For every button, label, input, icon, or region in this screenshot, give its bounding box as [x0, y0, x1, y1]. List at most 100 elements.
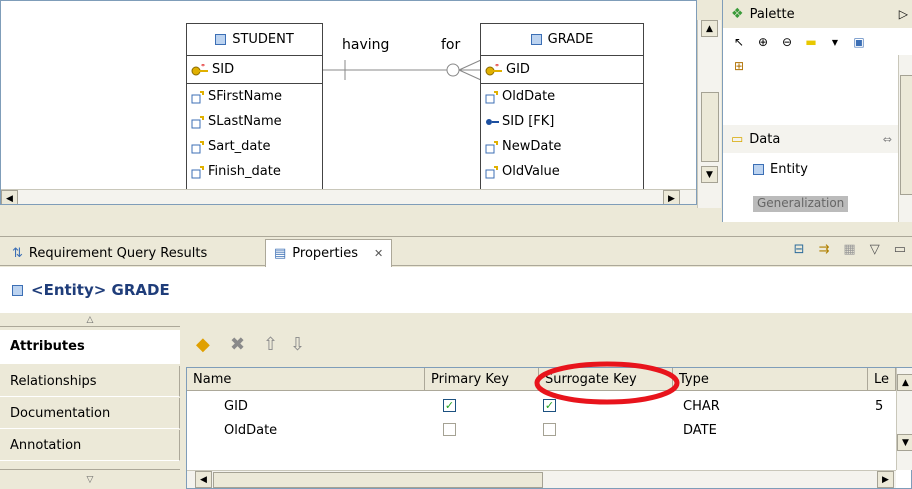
nav-tab-annotation[interactable]: Annotation	[0, 430, 180, 461]
student-entity[interactable]: STUDENT * SID SFirstName SLastName Sart_…	[186, 23, 323, 204]
properties-nav: △ Attributes Relationships Documentation…	[0, 313, 180, 489]
scroll-thumb[interactable]	[701, 92, 719, 162]
entity-icon	[753, 164, 764, 175]
attribute-item[interactable]: Sart_date	[187, 134, 322, 159]
primary-key-checkbox[interactable]: ✓	[443, 399, 456, 412]
relationship-label-having: having	[342, 37, 390, 53]
scroll-up-button[interactable]: ▲	[897, 374, 912, 391]
nav-scroll-down-button[interactable]: ▽	[0, 469, 180, 489]
grade-entity-header: GRADE	[481, 24, 643, 56]
table-horizontal-scrollbar[interactable]: ◀ ▶	[187, 470, 896, 488]
advanced-icon[interactable]: ▦	[843, 242, 855, 257]
add-attribute-icon[interactable]: ◆	[196, 334, 210, 355]
view-menu-icon[interactable]: ▽	[870, 242, 880, 257]
grade-key-row[interactable]: * GID	[481, 56, 643, 84]
zoom-out-icon[interactable]: ⊖	[777, 32, 797, 52]
palette-item-entity[interactable]: Entity	[753, 162, 808, 177]
marquee-tool-icon[interactable]: ▣	[849, 32, 869, 52]
entity-icon	[12, 284, 23, 296]
primary-key-checkbox[interactable]	[443, 423, 456, 436]
scroll-right-button[interactable]: ▶	[663, 190, 680, 204]
diagram-canvas[interactable]: STUDENT * SID SFirstName SLastName Sart_…	[0, 0, 697, 205]
attribute-item[interactable]: SFirstName	[187, 84, 322, 109]
column-header-type[interactable]: Type	[673, 368, 868, 391]
cell-name: GID	[224, 398, 248, 414]
delete-attribute-icon[interactable]: ✖	[230, 334, 245, 355]
grade-key-label: GID	[506, 62, 530, 77]
scroll-left-button[interactable]: ◀	[1, 190, 18, 204]
nav-tab-attributes[interactable]: Attributes	[0, 330, 180, 364]
relationship-line[interactable]	[323, 56, 483, 86]
column-header-name[interactable]: Name	[187, 368, 425, 391]
properties-title-row: <Entity> GRADE	[12, 281, 170, 299]
svg-text:*: *	[495, 64, 499, 71]
folder-icon: ▭	[731, 131, 744, 147]
palette-header: ❖ Palette ▷	[723, 0, 912, 28]
grade-attribute-list: OldDate SID [FK] NewDate OldValue	[481, 84, 643, 184]
minimize-icon[interactable]: ▭	[894, 242, 906, 257]
student-entity-title: STUDENT	[232, 32, 294, 47]
move-down-icon[interactable]: ⇩	[290, 334, 305, 355]
palette-section-label: Data	[749, 131, 781, 147]
foreign-key-icon	[485, 115, 499, 129]
palette-scrollbar[interactable]	[898, 55, 912, 222]
svg-text:*: *	[201, 64, 205, 71]
scroll-up-button[interactable]: ▲	[701, 20, 718, 37]
palette-title: Palette	[749, 6, 795, 22]
attribute-item[interactable]: OldDate	[481, 84, 643, 109]
column-header-length[interactable]: Le	[868, 368, 896, 391]
dropdown-icon[interactable]: ▼	[825, 32, 845, 52]
surrogate-key-checkbox[interactable]	[543, 423, 556, 436]
cell-type: CHAR	[683, 398, 720, 414]
collapse-palette-icon[interactable]: ▷	[899, 7, 908, 21]
palette-section-data[interactable]: ▭ Data ⇔	[723, 125, 898, 153]
expand-section-icon[interactable]: ⇔	[883, 133, 892, 146]
palette-item-generalization[interactable]: Generalization	[753, 196, 849, 212]
cell-length: 5	[875, 398, 884, 414]
connection-tool-icon[interactable]: ⊞	[729, 56, 749, 76]
table-vertical-scrollbar[interactable]: ▲ ▼	[896, 368, 912, 470]
attribute-icon	[485, 90, 499, 104]
view-tab-bar: ⇅ Requirement Query Results ▤ Properties…	[0, 236, 912, 267]
scroll-left-button[interactable]: ◀	[195, 471, 212, 488]
tree-view-icon[interactable]: ⊟	[794, 242, 805, 257]
close-tab-icon[interactable]: ✕	[374, 247, 383, 260]
properties-title: <Entity> GRADE	[31, 281, 170, 299]
attribute-item[interactable]: OldValue	[481, 159, 643, 184]
tab-requirement-query-results[interactable]: ⇅ Requirement Query Results	[4, 240, 215, 266]
attribute-icon	[191, 165, 205, 179]
palette-toolbar: ↖ ⊕ ⊖ ▬ ▼ ▣ ⊞	[723, 28, 893, 80]
canvas-horizontal-scrollbar[interactable]: ◀ ▶	[1, 189, 696, 204]
select-tool-icon[interactable]: ↖	[729, 32, 749, 52]
scroll-thumb[interactable]	[900, 75, 912, 195]
nav-scroll-up-button[interactable]: △	[0, 313, 180, 327]
cell-name: OldDate	[224, 422, 278, 438]
scroll-right-button[interactable]: ▶	[877, 471, 894, 488]
nav-tab-relationships[interactable]: Relationships	[0, 366, 180, 397]
scroll-down-button[interactable]: ▼	[897, 434, 912, 451]
attribute-icon	[191, 140, 205, 154]
filter-icon[interactable]: ⇉	[819, 242, 830, 257]
attribute-icon	[191, 90, 205, 104]
attribute-item[interactable]: Finish_date	[187, 159, 322, 184]
attribute-item[interactable]: NewDate	[481, 134, 643, 159]
grade-entity[interactable]: GRADE * GID OldDate SID [FK] NewDate Old…	[480, 23, 644, 204]
attribute-item[interactable]: SID [FK]	[481, 109, 643, 134]
canvas-vertical-scrollbar[interactable]: ▲ ▼	[697, 20, 721, 208]
nav-tab-documentation[interactable]: Documentation	[0, 398, 180, 429]
palette-icon: ❖	[731, 6, 744, 22]
table-row[interactable]: OldDate DATE	[187, 418, 896, 442]
column-header-primary-key[interactable]: Primary Key	[425, 368, 539, 391]
move-up-icon[interactable]: ⇧	[263, 334, 278, 355]
attribute-item[interactable]: SLastName	[187, 109, 322, 134]
student-key-label: SID	[212, 62, 235, 77]
student-key-row[interactable]: * SID	[187, 56, 322, 84]
attribute-icon	[485, 165, 499, 179]
zoom-in-icon[interactable]: ⊕	[753, 32, 773, 52]
scroll-thumb[interactable]	[213, 472, 543, 488]
scroll-down-button[interactable]: ▼	[701, 166, 718, 183]
note-tool-icon[interactable]: ▬	[801, 32, 821, 52]
tab-properties[interactable]: ▤ Properties ✕	[265, 239, 393, 267]
student-attribute-list: SFirstName SLastName Sart_date Finish_da…	[187, 84, 322, 184]
palette-panel: ❖ Palette ▷ ↖ ⊕ ⊖ ▬ ▼ ▣ ⊞ ▭ Data ⇔ Entit…	[722, 0, 912, 222]
